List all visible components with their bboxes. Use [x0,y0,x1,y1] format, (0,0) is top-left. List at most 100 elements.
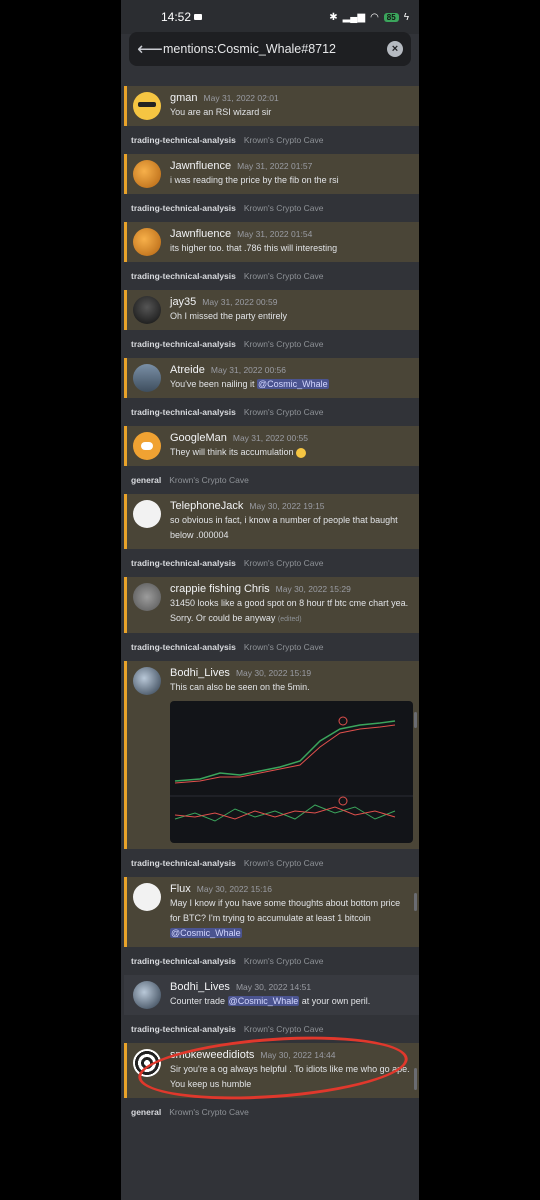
search-result-message[interactable]: TelephoneJack May 30, 2022 19:15 so obviou… [124,494,419,549]
status-bar: 14:52 ✱ ▂▄▆ ◠ 85 ϟ [121,0,419,34]
message-content: Oh I missed the party entirely [170,311,288,321]
message-content: You've been nailing it [170,379,255,389]
username[interactable]: TelephoneJack [170,500,243,512]
search-result-message[interactable]: Jawnfluence May 31, 2022 01:54 its higher … [124,222,419,262]
username[interactable]: Jawnfluence [170,160,231,172]
notification-icon [194,14,203,20]
close-icon[interactable]: × [387,41,403,57]
timestamp: May 30, 2022 15:16 [196,884,272,894]
result-context[interactable]: general Krown's Crypto Cave [121,466,419,494]
result-context[interactable]: trading-technical-analysis Krown's Crypto… [121,398,419,426]
attached-image[interactable] [170,701,413,843]
search-result-message[interactable]: gman May 31, 2022 02:01 You are an RSI wiz… [124,86,419,126]
username[interactable]: jay35 [170,296,196,308]
channel-name[interactable]: trading-technical-analysis [131,642,236,652]
server-name: Krown's Crypto Cave [243,1024,324,1034]
avatar[interactable] [133,500,161,528]
timestamp: May 30, 2022 15:29 [275,584,351,594]
username[interactable]: crappie fishing Chris [170,583,270,595]
user-mention[interactable]: @Cosmic_Whale [227,996,300,1006]
avatar[interactable] [133,92,161,120]
result-context[interactable]: trading-technical-analysis Krown's Crypto… [121,947,419,975]
username[interactable]: Flux [170,883,191,895]
result-context[interactable]: trading-technical-analysis Krown's Crypto… [121,849,419,877]
message-text: Oh I missed the party entirely [170,309,413,324]
username[interactable]: Bodhi_Lives [170,981,230,993]
message-content: You are an RSI wizard sir [170,107,272,117]
avatar[interactable] [133,583,161,611]
channel-name[interactable]: general [131,475,161,485]
avatar[interactable] [133,667,161,695]
avatar[interactable] [133,432,161,460]
trading-chart-image [170,716,413,822]
channel-name[interactable]: trading-technical-analysis [131,956,236,966]
result-context[interactable]: trading-technical-analysis Krown's Crypto… [121,262,419,290]
message-content: May I know if you have some thoughts abo… [170,898,401,923]
scroll-top-spacer [121,70,419,86]
user-mention[interactable]: @Cosmic_Whale [170,928,242,938]
server-name: Krown's Crypto Cave [243,339,324,349]
scrollbar-thumb[interactable] [414,1068,417,1090]
message-text: May I know if you have some thoughts abo… [170,896,413,941]
message-body: GoogleMan May 31, 2022 00:55 They will thi… [170,432,413,460]
channel-name[interactable]: trading-technical-analysis [131,558,236,568]
user-mention[interactable]: @Cosmic_Whale [256,379,329,389]
avatar[interactable] [133,160,161,188]
channel-name[interactable]: general [131,1107,161,1117]
search-result-message[interactable]: Jawnfluence May 31, 2022 01:57 i was readi… [124,154,419,194]
result-context[interactable]: trading-technical-analysis Krown's Crypto… [121,633,419,661]
server-name: Krown's Crypto Cave [243,956,324,966]
avatar[interactable] [133,981,161,1009]
avatar[interactable] [133,883,161,911]
message-body: Atreide May 31, 2022 00:56 You've been nai… [170,364,413,392]
result-context[interactable]: trading-technical-analysis Krown's Crypto… [121,126,419,154]
result-context[interactable]: trading-technical-analysis Krown's Crypto… [121,194,419,222]
channel-name[interactable]: trading-technical-analysis [131,271,236,281]
server-name: Krown's Crypto Cave [243,135,324,145]
message-text: its higher too. that .786 this will inte… [170,241,413,256]
search-result-message[interactable]: Bodhi_Lives May 30, 2022 15:19 This can al… [124,661,419,849]
channel-name[interactable]: trading-technical-analysis [131,858,236,868]
avatar[interactable] [133,364,161,392]
username[interactable]: Bodhi_Lives [170,667,230,679]
server-name: Krown's Crypto Cave [169,1107,249,1117]
message-body: Bodhi_Lives May 30, 2022 14:51 Counter tra… [170,981,413,1009]
server-name: Krown's Crypto Cave [243,271,324,281]
result-context[interactable]: trading-technical-analysis Krown's Crypto… [121,330,419,358]
search-result-message[interactable]: Atreide May 31, 2022 00:56 You've been nai… [124,358,419,398]
username[interactable]: Jawnfluence [170,228,231,240]
search-result-message[interactable]: Bodhi_Lives May 30, 2022 14:51 Counter tra… [124,975,419,1015]
channel-name[interactable]: trading-technical-analysis [131,1024,236,1034]
channel-name[interactable]: trading-technical-analysis [131,135,236,145]
result-context[interactable]: general Krown's Crypto Cave [121,1098,419,1126]
search-results: gman May 31, 2022 02:01 You are an RSI wiz… [121,70,419,1126]
bluetooth-icon: ✱ [329,11,338,23]
search-result-message[interactable]: GoogleMan May 31, 2022 00:55 They will thi… [124,426,419,466]
username[interactable]: GoogleMan [170,432,227,444]
message-text: i was reading the price by the fib on th… [170,173,413,188]
channel-name[interactable]: trading-technical-analysis [131,407,236,417]
message-body: TelephoneJack May 30, 2022 19:15 so obviou… [170,500,413,543]
search-bar[interactable]: ⟵ mentions:Cosmic_Whale#8712 × [129,32,411,66]
server-name: Krown's Crypto Cave [243,558,324,568]
search-result-message[interactable]: crappie fishing Chris May 30, 2022 15:29 3… [124,577,419,633]
message-body: Jawnfluence May 31, 2022 01:54 its higher … [170,228,413,256]
search-result-message[interactable]: jay35 May 31, 2022 00:59 Oh I missed the p… [124,290,419,330]
charging-icon: ϟ [403,11,409,23]
search-input[interactable]: mentions:Cosmic_Whale#8712 [163,42,387,56]
avatar[interactable] [133,228,161,256]
avatar[interactable] [133,296,161,324]
channel-name[interactable]: trading-technical-analysis [131,203,236,213]
timestamp: May 31, 2022 00:56 [210,365,286,375]
battery-icon: 85 [383,12,399,22]
scrollbar[interactable] [414,712,417,728]
username[interactable]: gman [170,92,198,104]
username[interactable]: Atreide [170,364,205,376]
result-context[interactable]: trading-technical-analysis Krown's Crypto… [121,549,419,577]
message-header: Bodhi_Lives May 30, 2022 15:19 [170,667,413,679]
channel-name[interactable]: trading-technical-analysis [131,339,236,349]
scrollbar-thumb[interactable] [414,893,417,911]
search-result-message[interactable]: Flux May 30, 2022 15:16 May I know if you … [124,877,419,947]
arrow-left-icon[interactable]: ⟵ [137,39,163,60]
status-time: 14:52 [161,10,192,24]
